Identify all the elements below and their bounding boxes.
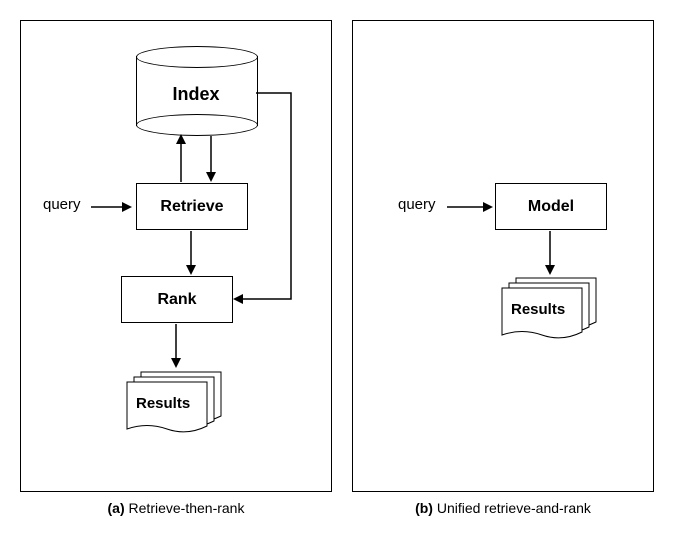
- arrow-index-retrieve-down: [201, 134, 221, 184]
- results-stack-b: Results: [501, 277, 591, 337]
- results-stack-a: Results: [126, 371, 216, 431]
- model-box: Model: [495, 183, 607, 230]
- query-label-b: query: [398, 196, 436, 213]
- arrow-rank-results: [166, 322, 186, 370]
- arrow-index-rank: [231, 91, 301, 311]
- panel-a-wrapper: Index query Retrieve: [20, 20, 332, 516]
- caption-a-text: Retrieve-then-rank: [125, 500, 245, 516]
- caption-b: (b) Unified retrieve-and-rank: [352, 500, 654, 516]
- model-label: Model: [528, 198, 574, 216]
- results-label-b: Results: [511, 301, 565, 318]
- caption-a-bold: (a): [108, 500, 125, 516]
- arrow-index-retrieve-up: [171, 134, 191, 184]
- rank-box: Rank: [121, 276, 233, 323]
- arrow-query-model: [445, 197, 495, 217]
- diagram-container: Index query Retrieve: [20, 20, 654, 516]
- caption-b-text: Unified retrieve-and-rank: [433, 500, 591, 516]
- panel-b-wrapper: query Model: [352, 20, 654, 516]
- retrieve-label: Retrieve: [160, 198, 223, 216]
- arrow-retrieve-rank: [181, 229, 201, 277]
- rank-label: Rank: [157, 291, 196, 309]
- arrow-model-results: [540, 229, 560, 277]
- panel-b: query Model: [352, 20, 654, 492]
- panel-a: Index query Retrieve: [20, 20, 332, 492]
- query-label-a: query: [43, 196, 81, 213]
- caption-b-bold: (b): [415, 500, 433, 516]
- caption-a: (a) Retrieve-then-rank: [20, 500, 332, 516]
- index-label: Index: [136, 84, 256, 105]
- results-label-a: Results: [136, 395, 190, 412]
- arrow-query-retrieve: [89, 197, 134, 217]
